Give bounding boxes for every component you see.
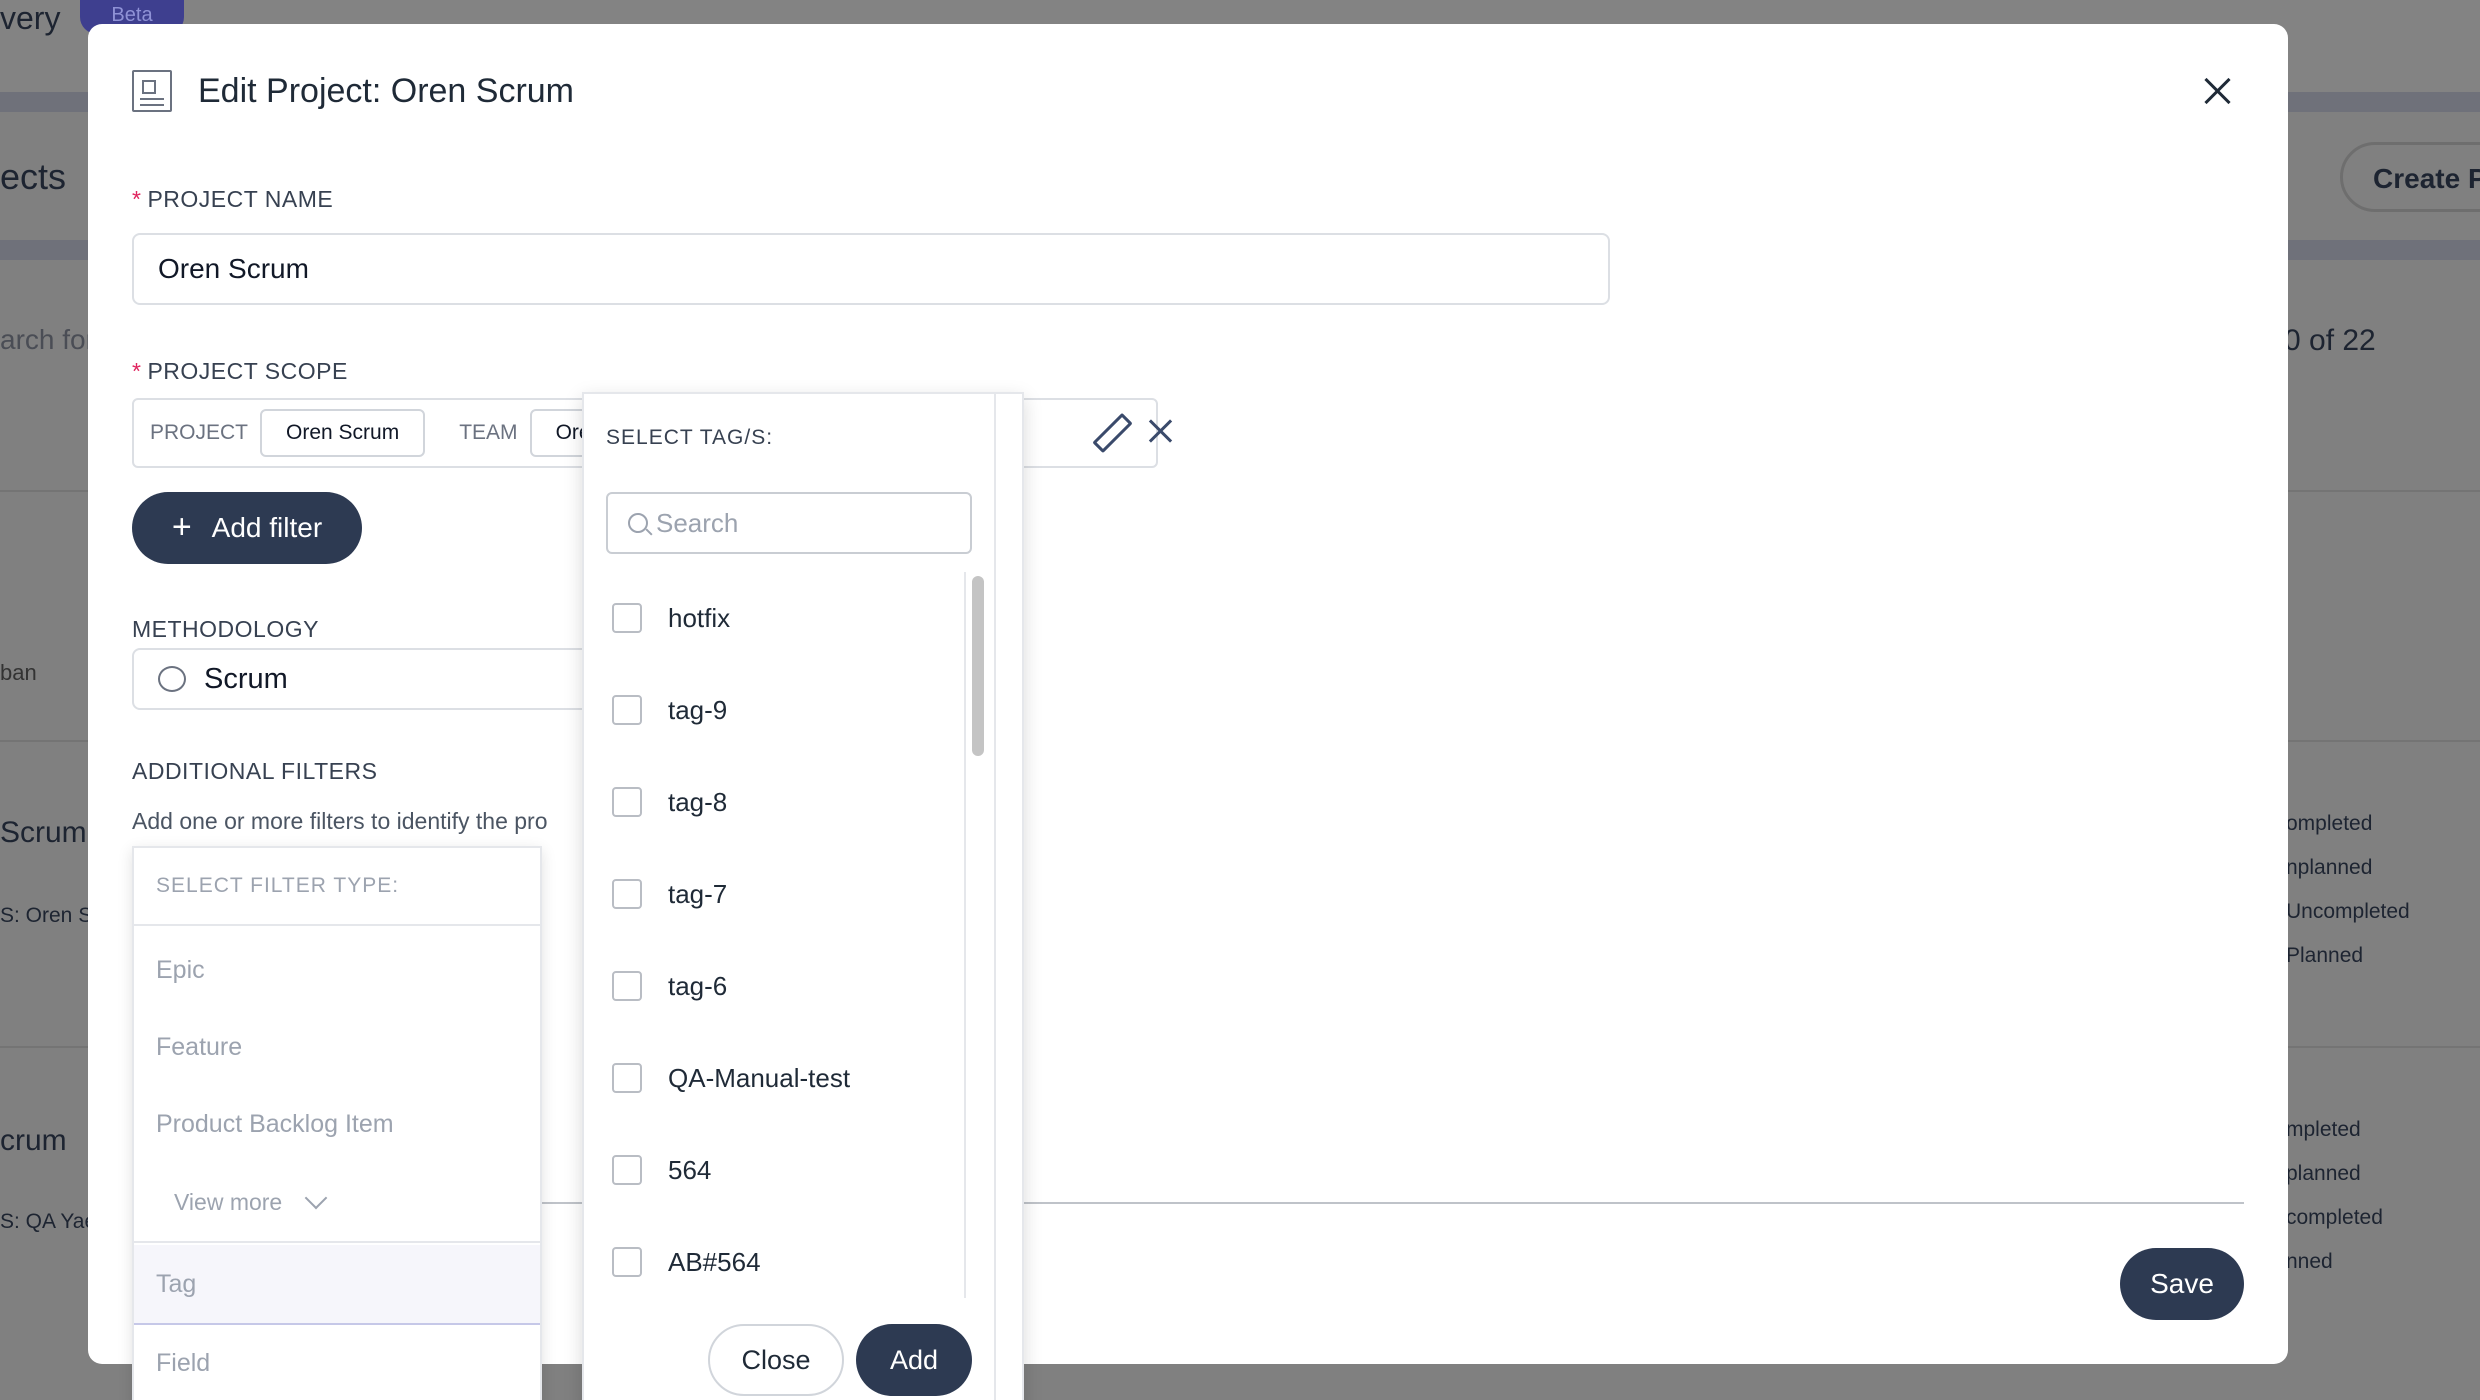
add-filter-label: Add filter [211,512,323,543]
tag-select-popup: SELECT TAG/S: Search hotfix tag-9 tag-8 … [582,392,1024,1400]
project-name-label: * PROJECT NAME [132,186,333,213]
background-search: arch for [0,324,95,355]
tag-checkbox[interactable] [612,1247,642,1277]
background-app-title: very [0,0,61,36]
project-scope-label: * PROJECT SCOPE [132,358,348,385]
tag-list-scrollbar[interactable] [964,572,984,1298]
tag-label: tag-7 [668,878,728,909]
tag-label: tag-8 [668,786,728,817]
background-row-stat: completed [2286,1206,2383,1229]
search-icon [628,513,648,533]
scope-project-chip[interactable]: Oren Scrum [260,409,426,457]
tag-search-placeholder: Search [656,507,739,538]
tag-popup-header: SELECT TAG/S: [606,426,774,449]
background-row-stat: nplanned [2286,856,2373,879]
tag-checkbox[interactable] [612,879,642,909]
tag-label: hotfix [668,602,731,633]
scope-team-key: TEAM [459,421,518,444]
scope-actions [1092,414,1174,448]
tag-checkbox[interactable] [612,1155,642,1185]
filter-type-feature[interactable]: Feature [134,1009,540,1086]
methodology-label: METHODOLOGY [132,616,319,642]
tag-label: QA-Manual-test [668,1062,851,1093]
project-name-label-text: PROJECT NAME [147,186,334,212]
filter-type-product-backlog-item[interactable]: Product Backlog Item [134,1086,540,1163]
background-row-title: Scrum [0,816,87,849]
tag-popup-content: SELECT TAG/S: Search hotfix tag-9 tag-8 … [584,394,996,1400]
background-row-stat: Planned [2286,944,2364,967]
background-create-button: Create P [2340,142,2480,212]
filter-type-epic[interactable]: Epic [134,932,540,1009]
edit-scope-pencil-icon[interactable] [1092,414,1126,448]
tag-option-qa-manual-test[interactable]: QA-Manual-test [584,1032,964,1124]
add-filter-button[interactable]: + Add filter [132,492,362,564]
chevron-down-icon [304,1186,328,1210]
tag-option-tag-9[interactable]: tag-9 [584,664,964,756]
scrollbar-thumb[interactable] [972,576,984,756]
document-icon [132,70,172,112]
speech-bubble-icon [158,666,186,692]
tag-popup-edge [994,394,1022,1400]
plus-icon: + [171,507,192,546]
tag-checkbox[interactable] [612,787,642,817]
additional-filters-label: ADDITIONAL FILTERS [132,758,378,784]
required-marker: * [132,358,142,384]
add-button[interactable]: Add [856,1324,972,1396]
tag-label: tag-9 [668,694,728,725]
tag-checkbox[interactable] [612,971,642,1001]
scope-project-key: PROJECT [150,421,249,444]
tag-list: hotfix tag-9 tag-8 tag-7 tag-6 QA-Manual… [584,572,964,1292]
tag-popup-actions: Close Add [708,1324,972,1396]
filter-type-header: SELECT FILTER TYPE: [134,848,540,926]
filter-type-field[interactable]: Field [134,1325,540,1400]
background-pagination: 0 of 22 [2284,324,2376,357]
tag-option-564[interactable]: 564 [584,1124,964,1216]
background-row-stat: ompleted [2286,812,2373,835]
project-name-value: Oren Scrum [158,253,309,284]
background-row-title: crum [0,1124,67,1157]
modal-title: Edit Project: Oren Scrum [198,71,575,110]
tag-option-hotfix[interactable]: hotfix [584,572,964,664]
required-marker: * [132,186,142,212]
additional-filters-helper: Add one or more filters to identify the … [132,808,548,834]
tag-label: tag-6 [668,970,728,1001]
background-row-stat: planned [2286,1162,2361,1185]
tag-search-input[interactable]: Search [606,492,972,554]
tag-label: AB#564 [668,1246,761,1277]
methodology-value: Scrum [204,662,288,695]
view-more-button[interactable]: View more [134,1163,540,1243]
modal-header: Edit Project: Oren Scrum [132,68,574,114]
project-scope-label-text: PROJECT SCOPE [147,358,348,384]
tag-option-ab564[interactable]: AB#564 [584,1216,964,1292]
view-more-label: View more [174,1188,283,1215]
project-name-input[interactable]: Oren Scrum [132,233,1610,305]
tag-checkbox[interactable] [612,695,642,725]
filter-type-tag[interactable]: Tag [134,1245,540,1325]
background-row-stat: Uncompleted [2286,900,2410,923]
clear-scope-x-icon[interactable] [1148,418,1174,444]
tag-option-tag-7[interactable]: tag-7 [584,848,964,940]
background-row-meta: ban [0,660,37,685]
background-page-heading: ects [0,156,67,197]
scope-team-chip[interactable]: Ore [529,409,590,457]
close-modal-icon[interactable] [2200,74,2234,108]
background-row-stat: mpleted [2286,1118,2361,1141]
tag-label: 564 [668,1154,712,1185]
save-button[interactable]: Save [2120,1248,2244,1320]
tag-checkbox[interactable] [612,1063,642,1093]
background-row-scope: S: Oren S [0,904,93,927]
background-row-stat: nned [2286,1250,2333,1273]
background-row-scope: S: QA Yae [0,1210,97,1233]
tag-checkbox[interactable] [612,603,642,633]
tag-option-tag-6[interactable]: tag-6 [584,940,964,1032]
filter-type-dropdown: SELECT FILTER TYPE: Epic Feature Product… [132,846,542,1400]
tag-option-tag-8[interactable]: tag-8 [584,756,964,848]
close-button[interactable]: Close [708,1324,844,1396]
